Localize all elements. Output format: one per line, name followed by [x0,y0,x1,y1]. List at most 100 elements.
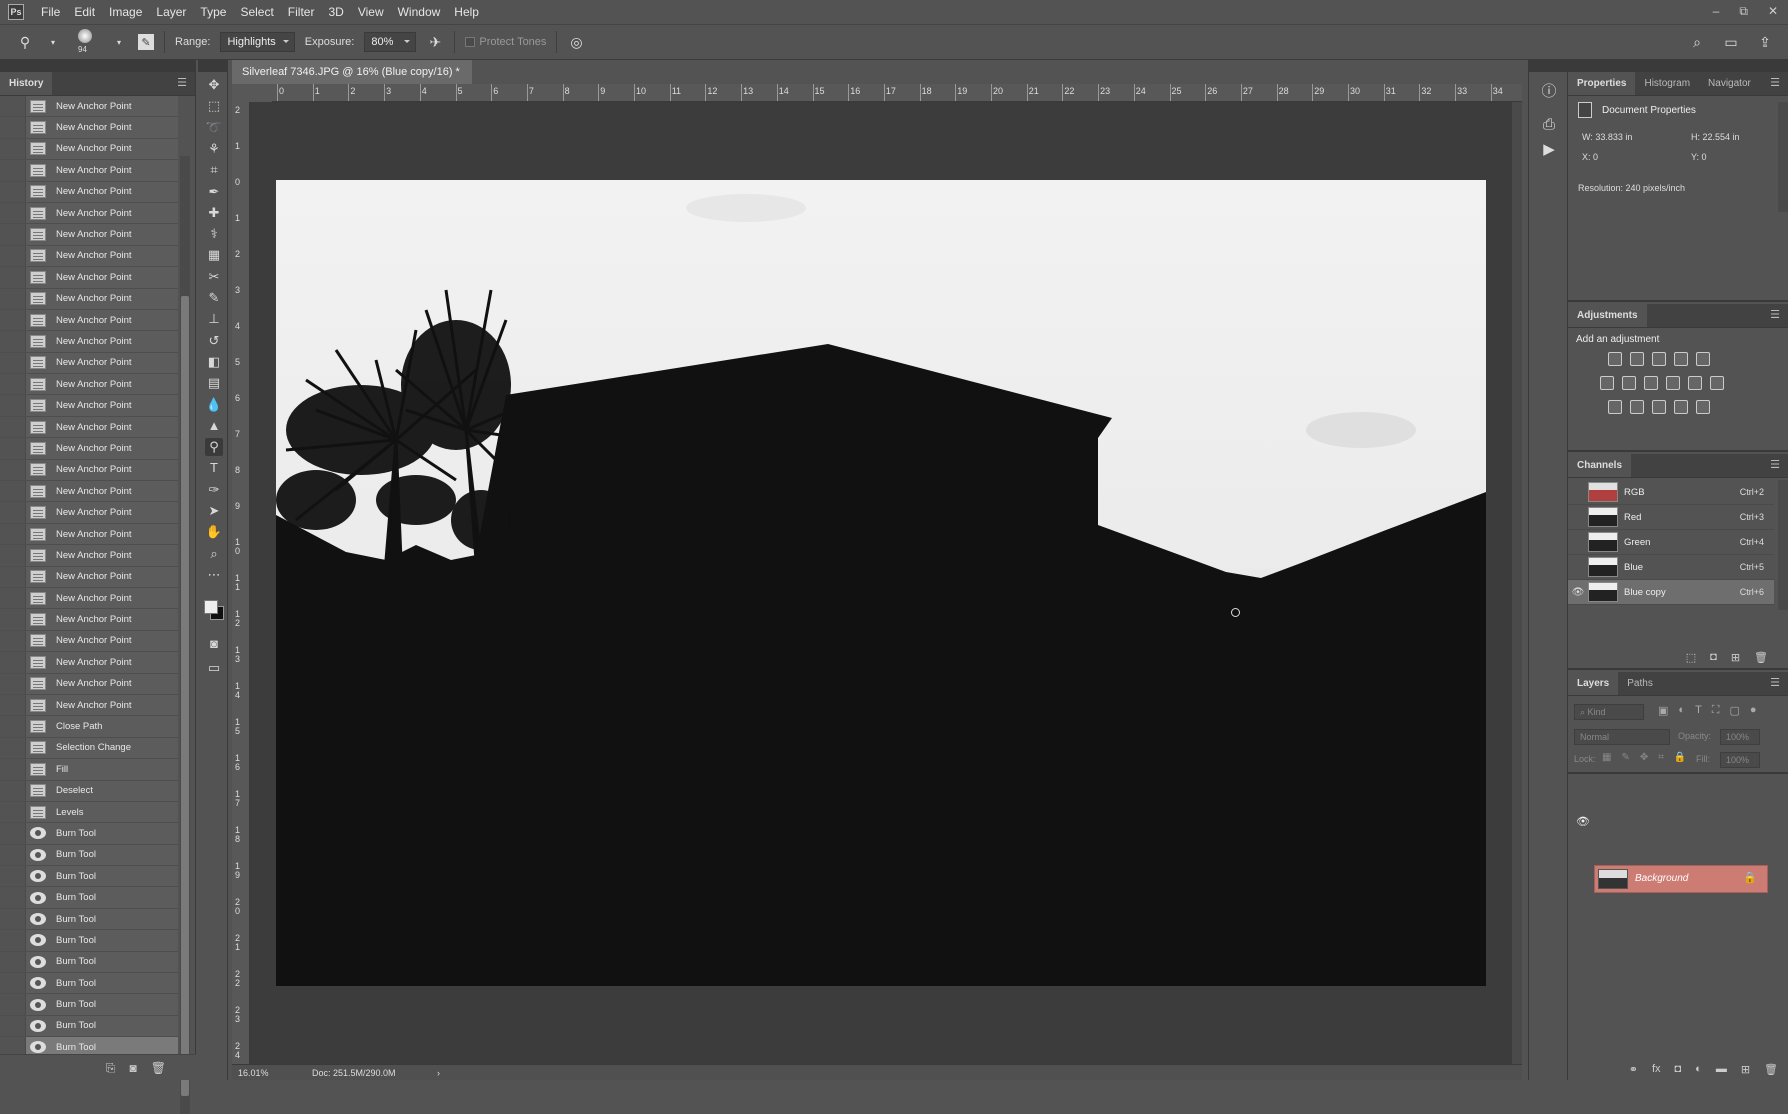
lock-all-icon[interactable]: 🔒 [1674,752,1686,763]
close-button[interactable]: ✕ [1768,0,1778,22]
camera-icon[interactable]: ◙ [130,1061,137,1080]
history-item[interactable]: New Anchor Point [0,288,178,310]
history-source-checkbox[interactable] [0,887,26,908]
history-item[interactable]: New Anchor Point [0,416,178,439]
color-lookup-icon[interactable] [1710,376,1724,390]
transform-icon[interactable]: ✂ [205,268,223,286]
history-item[interactable]: New Anchor Point [0,309,178,332]
airbrush-icon[interactable]: ✈ [426,33,444,51]
lock-position-icon[interactable]: ✥ [1640,752,1648,763]
y-value[interactable]: 0 [1702,152,1707,162]
scrollbar-thumb[interactable] [181,296,189,1096]
history-item[interactable]: New Anchor Point [0,523,178,546]
layer-mask-icon[interactable]: ◘ [1675,1063,1682,1076]
range-select[interactable]: Highlights [220,32,295,52]
panel-collapse-bar[interactable] [198,60,227,72]
history-source-checkbox[interactable] [0,96,26,117]
history-item[interactable]: New Anchor Point [0,267,178,289]
panel-collapse-bar[interactable] [1568,60,1788,72]
history-source-checkbox[interactable] [0,630,26,652]
black-white-icon[interactable] [1644,376,1658,390]
history-item[interactable]: Burn Tool [0,951,178,974]
quick-selection-tool-icon[interactable]: ⚘ [205,140,223,158]
history-source-checkbox[interactable] [0,866,26,887]
vibrance-icon[interactable] [1696,352,1710,366]
brush-settings-icon[interactable]: ✎ [138,34,154,50]
panel-collapse-bar[interactable] [0,60,195,72]
new-document-from-state-icon[interactable]: ⎘ [106,1061,116,1080]
dodge-tool-icon[interactable]: ⚲ [16,33,34,51]
history-source-checkbox[interactable] [0,737,26,759]
hand-tool-icon[interactable]: ✋ [205,523,223,541]
hue-saturation-icon[interactable] [1600,376,1614,390]
lasso-tool-icon[interactable]: ➰ [205,119,223,137]
history-item[interactable]: New Anchor Point [0,117,178,139]
channels-scrollbar[interactable] [1778,480,1788,610]
history-item[interactable]: Selection Change [0,737,178,760]
history-scrollbar[interactable] [180,156,190,1114]
layer-name[interactable]: Background [1635,873,1688,884]
panel-menu-icon[interactable]: ☰ [1770,460,1780,471]
panel-menu-icon[interactable]: ☰ [177,78,187,89]
menu-3d[interactable]: 3D [321,0,350,24]
fx-icon[interactable]: fx [1652,1063,1661,1076]
channel-row[interactable]: RGB Ctrl+2 [1568,480,1774,505]
panel-collapse-bar[interactable] [1529,60,1567,72]
panel-menu-icon[interactable]: ☰ [1770,78,1780,89]
history-item[interactable]: New Anchor Point [0,694,178,717]
menu-type[interactable]: Type [193,0,233,24]
patch-tool-icon[interactable]: ⚕ [205,225,223,243]
history-source-checkbox[interactable] [0,395,26,416]
history-source-checkbox[interactable] [0,973,26,994]
zoom-level[interactable]: 16.01% [238,1065,269,1081]
chevron-down-icon[interactable]: ▾ [110,33,128,51]
history-item[interactable]: New Anchor Point [0,502,178,524]
history-source-checkbox[interactable] [0,481,26,502]
history-source-checkbox[interactable] [0,587,26,609]
chevron-down-icon[interactable]: ▾ [44,33,62,51]
tab-history[interactable]: History [0,72,53,95]
history-source-checkbox[interactable] [0,673,26,694]
filter-toggle-icon[interactable]: ● [1750,704,1757,717]
eyedropper-tool-icon[interactable]: ✒ [205,183,223,201]
more-tools-icon[interactable]: ⋯ [205,566,223,584]
history-item[interactable]: New Anchor Point [0,181,178,203]
restore-button[interactable]: ⧉ [1739,0,1748,22]
lock-artboard-icon[interactable]: ⌗ [1658,752,1664,763]
search-icon[interactable]: ⌕ [1688,33,1706,51]
history-item[interactable]: New Anchor Point [0,202,178,225]
healing-brush-icon[interactable]: ✚ [205,204,223,222]
new-layer-icon[interactable]: ⊞ [1741,1063,1750,1076]
history-source-checkbox[interactable] [0,352,26,374]
opacity-field[interactable]: 100% [1720,729,1760,745]
channel-row[interactable]: Red Ctrl+3 [1568,505,1774,530]
history-item[interactable]: Burn Tool [0,908,178,931]
color-balance-icon[interactable] [1622,376,1636,390]
zoom-tool-icon[interactable]: ⌕ [205,545,223,563]
history-source-checkbox[interactable] [0,224,26,245]
levels-icon[interactable] [1630,352,1644,366]
history-source-checkbox[interactable] [0,138,26,160]
vertical-ruler[interactable]: 2101234567891 01 11 21 31 41 51 61 71 81… [232,102,250,1072]
shape-filter-icon[interactable]: ⛶ [1712,704,1720,717]
blur-tool-icon[interactable]: 💧 [205,396,223,414]
panel-menu-icon[interactable]: ☰ [1770,310,1780,321]
menu-help[interactable]: Help [447,0,486,24]
channel-row[interactable]: Green Ctrl+4 [1568,530,1774,555]
history-source-checkbox[interactable] [0,309,26,331]
channel-row[interactable]: Blue Ctrl+5 [1568,555,1774,580]
history-source-checkbox[interactable] [0,930,26,951]
share-icon[interactable]: ⇪ [1756,33,1774,51]
tab-paths[interactable]: Paths [1618,672,1662,695]
history-brush-icon[interactable]: ↺ [205,332,223,350]
history-source-checkbox[interactable] [0,181,26,202]
link-layers-icon[interactable]: ⚭ [1629,1063,1638,1076]
fill-field[interactable]: 100% [1720,752,1760,768]
history-item[interactable]: Burn Tool [0,866,178,888]
history-source-checkbox[interactable] [0,245,26,267]
tab-channels[interactable]: Channels [1568,454,1632,477]
history-item[interactable]: New Anchor Point [0,160,178,182]
save-selection-icon[interactable]: ◘ [1710,651,1717,664]
protect-tones-checkbox[interactable] [465,37,476,47]
invert-icon[interactable] [1608,400,1622,414]
